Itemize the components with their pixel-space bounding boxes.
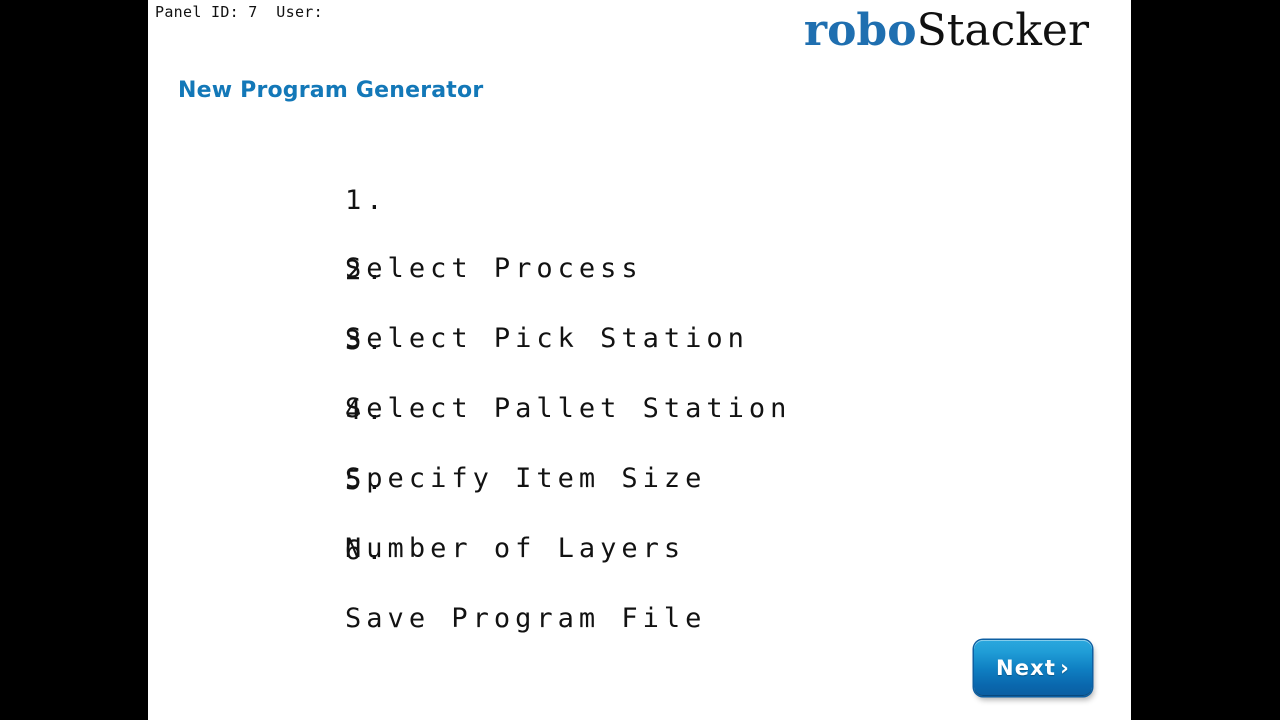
- letterbox-left: [0, 0, 148, 720]
- step-spacer: [345, 289, 366, 320]
- page-title: New Program Generator: [178, 77, 484, 103]
- application-screen: Panel ID: 7 User: roboStacker New Progra…: [0, 0, 1280, 720]
- brand-logo: roboStacker: [804, 6, 1089, 56]
- step-number: 5.: [345, 465, 388, 496]
- step-label: Number of Layers: [345, 533, 686, 564]
- step-number: 3.: [345, 325, 388, 356]
- step-number: 2.: [345, 255, 388, 286]
- step-spacer: [345, 429, 366, 460]
- next-button[interactable]: Next ›: [974, 640, 1092, 696]
- chevron-right-icon: ›: [1060, 656, 1071, 680]
- brand-logo-robo: robo: [803, 5, 917, 56]
- content-panel: Panel ID: 7 User: roboStacker New Progra…: [148, 0, 1131, 720]
- step-item-1[interactable]: 1. Select Process: [175, 150, 1075, 284]
- step-label: Select Process: [345, 253, 643, 284]
- steps-list: 1. Select Process 2. Select Pick Station…: [175, 150, 1075, 634]
- next-button-inner: Next ›: [996, 656, 1070, 680]
- step-number: 4.: [345, 395, 388, 426]
- step-label: Select Pallet Station: [345, 393, 792, 424]
- step-label: Save Program File: [345, 603, 707, 634]
- step-spacer: [345, 359, 366, 390]
- step-spacer: [345, 499, 366, 530]
- step-label: Specify Item Size: [345, 463, 707, 494]
- step-label: Select Pick Station: [345, 323, 749, 354]
- step-number: 6.: [345, 535, 388, 566]
- step-spacer: [345, 569, 366, 600]
- brand-logo-stacker: Stacker: [916, 5, 1089, 56]
- step-spacer: [345, 219, 366, 250]
- next-button-label: Next: [995, 656, 1057, 680]
- letterbox-right: [1131, 0, 1280, 720]
- step-number: 1.: [345, 185, 388, 216]
- status-bar: Panel ID: 7 User:: [155, 3, 323, 21]
